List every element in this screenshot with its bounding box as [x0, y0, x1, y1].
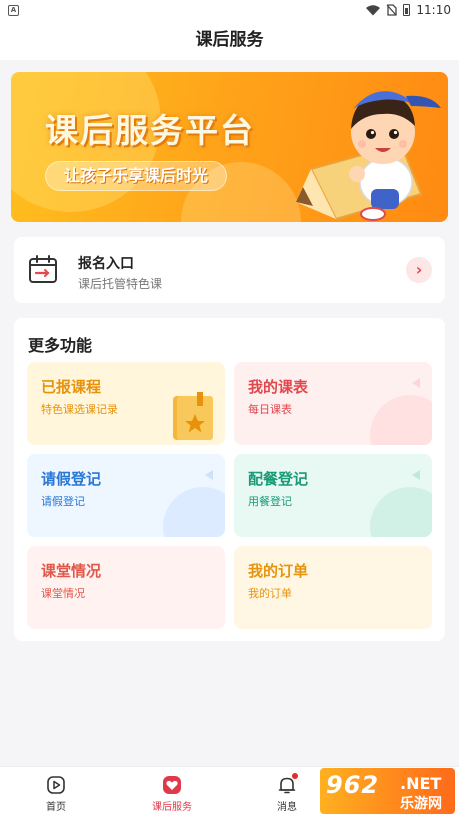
- watermark-name: 乐游网: [400, 796, 442, 812]
- register-entry-card[interactable]: 报名入口 课后托管特色课 ›: [14, 237, 445, 303]
- page-title: 课后服务: [0, 22, 459, 60]
- tile-decoration: [412, 378, 420, 388]
- watermark-number: 962: [326, 771, 380, 799]
- tab-messages[interactable]: 消息: [247, 767, 327, 816]
- heart-icon: [163, 776, 181, 794]
- home-play-icon: [47, 776, 65, 794]
- status-icons: 11:10: [366, 3, 451, 17]
- tile-title: 我的课表: [248, 378, 309, 396]
- tile-decoration: [205, 470, 213, 480]
- more-functions-section: 更多功能 已报课程 特色课选课记录 我的课表 每日课表 请假登记 请假登记 配餐…: [14, 318, 445, 641]
- star-book-icon: [173, 392, 213, 440]
- tile-classroom-status[interactable]: 课堂情况 课堂情况: [27, 546, 225, 629]
- tab-after-school-service[interactable]: 课后服务: [132, 767, 212, 816]
- tile-title: 配餐登记: [248, 470, 309, 488]
- tile-title: 课堂情况: [41, 562, 102, 580]
- banner-subtitle: 让孩子乐享课后时光: [45, 161, 228, 191]
- tile-decoration: [370, 487, 432, 537]
- tile-my-timetable[interactable]: 我的课表 每日课表: [234, 362, 432, 445]
- register-subtitle: 课后托管特色课: [78, 277, 163, 291]
- tile-decoration: [163, 487, 225, 537]
- wifi-icon: [366, 4, 381, 15]
- boy-mascot-icon: [296, 91, 441, 221]
- no-sim-icon: [386, 4, 398, 16]
- tile-subtitle: 课堂情况: [41, 587, 85, 600]
- tile-decoration: [370, 395, 432, 445]
- tab-label: 首页: [46, 802, 66, 813]
- app-notification-icon: A: [8, 5, 19, 16]
- watermark-net: .NET: [400, 774, 442, 793]
- section-title: 更多功能: [28, 336, 93, 355]
- tile-my-orders[interactable]: 我的订单 我的订单: [234, 546, 432, 629]
- tile-title: 我的订单: [248, 562, 309, 580]
- tile-enrolled-courses[interactable]: 已报课程 特色课选课记录: [27, 362, 225, 445]
- tile-subtitle: 我的订单: [248, 587, 292, 600]
- tile-meal-registration[interactable]: 配餐登记 用餐登记: [234, 454, 432, 537]
- tile-subtitle: 用餐登记: [248, 495, 292, 508]
- tab-label: 消息: [277, 802, 297, 813]
- clock: 11:10: [416, 3, 451, 17]
- tile-title: 已报课程: [41, 378, 102, 396]
- banner-title: 课后服务平台: [45, 111, 255, 150]
- tile-subtitle: 每日课表: [248, 403, 292, 416]
- tile-decoration: [412, 470, 420, 480]
- tab-home[interactable]: 首页: [16, 767, 96, 816]
- site-watermark-logo: 962 .NET 乐游网: [320, 768, 455, 814]
- tile-title: 请假登记: [41, 470, 102, 488]
- battery-icon: [403, 4, 411, 16]
- unread-dot: [292, 773, 298, 779]
- chevron-right-icon[interactable]: ›: [406, 257, 432, 283]
- register-title: 报名入口: [78, 256, 134, 272]
- status-bar: A 11:10: [0, 0, 459, 22]
- tile-leave-registration[interactable]: 请假登记 请假登记: [27, 454, 225, 537]
- tab-label: 课后服务: [152, 802, 192, 813]
- banner[interactable]: 课后服务平台 让孩子乐享课后时光: [11, 72, 448, 222]
- tile-subtitle: 特色课选课记录: [41, 403, 118, 416]
- tile-subtitle: 请假登记: [41, 495, 85, 508]
- calendar-icon: [29, 255, 57, 283]
